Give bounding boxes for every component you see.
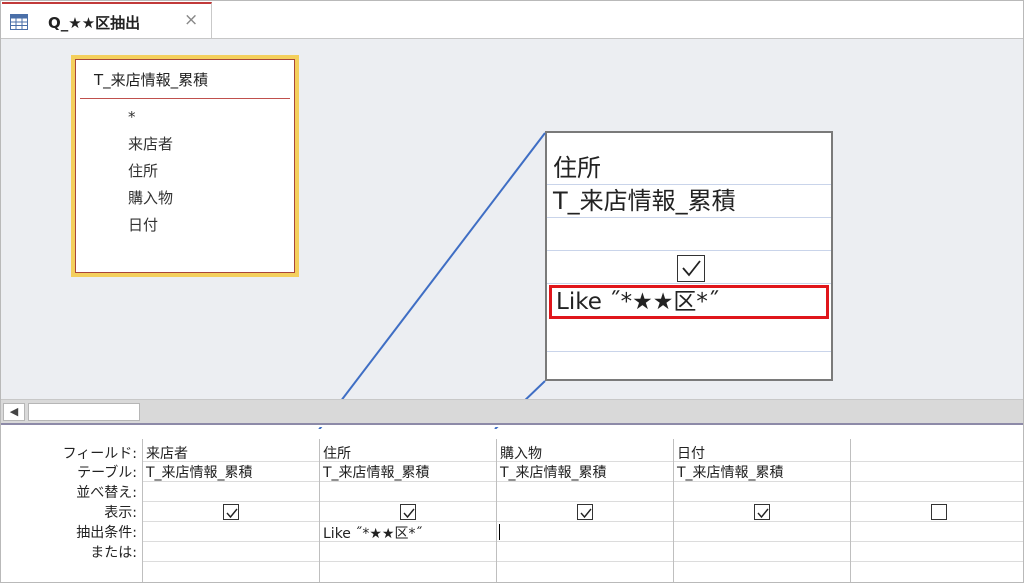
pane-splitter[interactable] [1, 423, 1023, 427]
close-icon[interactable]: × [184, 10, 198, 30]
field-item-all[interactable]: * [128, 104, 173, 131]
callout-sort-row [547, 218, 831, 251]
grid-row-line [142, 541, 1023, 542]
row-label-sort: 並べ替え: [76, 485, 137, 501]
document-tab-bar: Q_★★区抽出 × [1, 1, 1023, 39]
scroll-left-arrow-icon[interactable]: ◀ [3, 403, 25, 421]
field-item-visitor[interactable]: 来店者 [128, 131, 173, 158]
grid-cell-field[interactable]: 日付 [673, 443, 705, 463]
callout-field: 住所 [547, 152, 831, 185]
table-field-list-title[interactable]: T_来店情報_累積 [94, 69, 208, 90]
callout-show-row [547, 251, 831, 284]
grid-row-line [142, 561, 1023, 562]
field-list: * 来店者 住所 購入物 日付 [128, 104, 173, 239]
grid-cell-field[interactable]: 来店者 [142, 443, 188, 463]
show-checkbox-empty[interactable] [931, 504, 947, 520]
field-item-date[interactable]: 日付 [128, 212, 173, 239]
table-design-pane[interactable]: T_来店情報_累積 * 来店者 住所 購入物 日付 住所 T_来店情報_累積 L… [1, 39, 1023, 399]
table-field-list[interactable]: T_来店情報_累積 * 来店者 住所 購入物 日付 [71, 55, 299, 277]
grid-column-divider [850, 439, 851, 582]
callout-show-checkbox [677, 255, 705, 282]
row-label-or: または: [90, 545, 137, 561]
row-label-table: テーブル: [77, 465, 137, 481]
field-item-purchase[interactable]: 購入物 [128, 185, 173, 212]
scroll-thumb[interactable] [28, 403, 140, 421]
horizontal-scrollbar[interactable]: ◀ [1, 399, 1023, 423]
grid-cell-criteria[interactable]: Like ˝*★★区*˝ [319, 523, 422, 543]
table-field-list-divider [80, 98, 290, 99]
row-label-show: 表示: [104, 505, 137, 521]
text-cursor [499, 524, 500, 540]
grid-cell-table[interactable]: T_来店情報_累積 [142, 462, 253, 482]
field-item-address[interactable]: 住所 [128, 158, 173, 185]
zoom-callout: 住所 T_来店情報_累積 Like ˝*★★区*˝ [545, 131, 833, 381]
query-design-window: Q_★★区抽出 × T_来店情報_累積 * 来店者 住所 購入物 日付 住所 T… [0, 0, 1024, 583]
row-label-field: フィールド: [62, 446, 137, 462]
show-checkbox[interactable] [223, 504, 239, 520]
show-checkbox[interactable] [577, 504, 593, 520]
show-checkbox[interactable] [400, 504, 416, 520]
grid-cell-table[interactable]: T_来店情報_累積 [319, 462, 430, 482]
grid-row-line [142, 501, 1023, 502]
callout-empty-row [547, 352, 831, 385]
row-label-criteria: 抽出条件: [76, 525, 137, 541]
callout-or-row [547, 319, 831, 352]
query-icon [10, 14, 28, 30]
show-checkbox[interactable] [754, 504, 770, 520]
grid-cell-table[interactable]: T_来店情報_累積 [496, 462, 607, 482]
callout-table: T_来店情報_累積 [547, 185, 831, 218]
query-design-grid: フィールド: テーブル: 並べ替え: 表示: 抽出条件: または: 来店者 T_… [1, 429, 1023, 582]
grid-cell-field[interactable]: 購入物 [496, 443, 542, 463]
table-field-list-frame: T_来店情報_累積 * 来店者 住所 購入物 日付 [75, 59, 295, 273]
grid-cell-table[interactable]: T_来店情報_累積 [673, 462, 784, 482]
query-tab[interactable]: Q_★★区抽出 × [2, 2, 212, 39]
callout-criteria-highlight: Like ˝*★★区*˝ [549, 285, 829, 319]
grid-row-line [142, 521, 1023, 522]
tab-title: Q_★★区抽出 [48, 14, 141, 32]
grid-cell-field[interactable]: 住所 [319, 443, 351, 463]
